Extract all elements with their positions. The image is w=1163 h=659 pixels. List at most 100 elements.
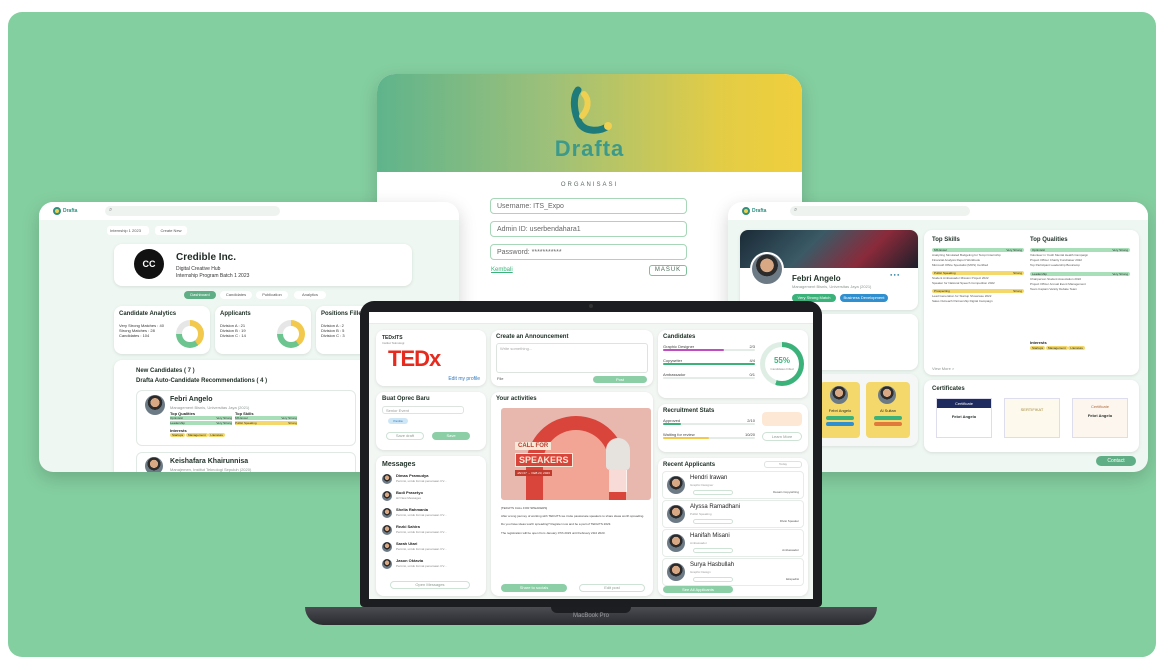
recruitment-card: Recruitment Stats Approved 2/10 Waiting f… [658, 404, 808, 452]
candidate-card[interactable]: Febri Angelo Management Bisnis, Universi… [136, 390, 356, 446]
right-interests-label: Interests [1030, 340, 1047, 345]
message-item[interactable]: Sarah Utari Permisi, untuk format penamaa… [382, 540, 480, 557]
tab-publication[interactable]: Publication [256, 291, 288, 299]
applicant-action[interactable] [693, 519, 733, 524]
quality-row: Optimistic Very Strong [170, 416, 232, 420]
qualities-column: Optimistic Very Strong Volunteer in Youth … [1030, 248, 1130, 296]
company-sub1: Digital Creative Hub [176, 266, 221, 272]
certificates-card: Certificates Certificate Febri Angelo SE… [924, 380, 1139, 452]
tab-analytics[interactable]: Analytics [294, 291, 326, 299]
skill-level: Strong [1013, 271, 1022, 275]
view-more-link[interactable]: View More > [932, 366, 954, 371]
recruit-row-bar [663, 437, 755, 439]
org-sub: Institut Teknologi [382, 341, 405, 345]
tab-candidates[interactable]: Candidates [220, 291, 252, 299]
message-item[interactable]: Jason Oktavia Permisi, untuk format penam… [382, 557, 480, 574]
mini-candidate[interactable]: Al Sultan [866, 382, 910, 438]
quality-evidence: Top Participant Leadership Bootcamp [1030, 263, 1080, 267]
left-search-bar[interactable]: ⌕ [105, 206, 280, 216]
certificate-thumb[interactable]: Certificate Febri Angelo [1072, 398, 1128, 438]
candidates-stats-card: Candidates Graphic Designer 2/3 Copywrite… [658, 330, 808, 398]
quality-evidence: Team Captain Varsity Debate Team [1030, 287, 1077, 291]
opportunity-tag[interactable]: Panitia [388, 418, 408, 424]
left-topbar: Drafta ⌕ [39, 202, 459, 220]
applicant-row[interactable]: Hendri Irawan Graphic Designer Desain Copy… [662, 471, 804, 499]
skill-evidence: Sales Outreach Partnership Digital Campa… [932, 299, 993, 303]
opportunity-input[interactable]: Senior Event [382, 406, 464, 414]
skill-evidence: Lead Generation for Startup Showcase 202… [932, 294, 992, 298]
right-search-bar[interactable]: ⌕ [790, 206, 970, 216]
avatar [382, 491, 392, 501]
save-draft-button[interactable]: Save draft [386, 432, 424, 440]
message-sender: Rezki Sahira [396, 524, 420, 529]
post-button[interactable]: Post [593, 376, 647, 383]
internship-filter[interactable]: Internship 1 2023 [107, 226, 149, 235]
poster-pedestal [609, 470, 627, 492]
applicant-row[interactable]: Alyssa Ramadhani Public Speaking Divisi Sp… [662, 500, 804, 528]
skill-header: Prospecting Strong [932, 289, 1024, 293]
share-button[interactable]: Share to socials [501, 584, 567, 592]
message-item[interactable]: Rezki Sahira Permisi, untuk format penama… [382, 523, 480, 540]
left-brand-text: Drafta [63, 208, 78, 214]
certificate-thumb[interactable]: SERTIFIKAT [1004, 398, 1060, 438]
applicant-division: Divisi Speaker [779, 519, 799, 523]
avatar [667, 534, 685, 552]
activities-title: Your activities [496, 396, 537, 402]
certificate-thumb[interactable]: Certificate Febri Angelo [936, 398, 992, 438]
login-submit-button[interactable]: MASUK [649, 265, 687, 276]
avatar [667, 476, 685, 494]
recent-applicants-card: Recent Applicants Today Hendri Irawan Gra… [658, 458, 808, 596]
interest-tag: Management [1046, 346, 1068, 350]
message-preview: Hi! New Messages [396, 496, 422, 500]
back-link[interactable]: Kembali [491, 267, 513, 273]
learn-more-button[interactable]: Learn More [762, 432, 802, 441]
activity-text: [TEDxITS CALL FOR SPEAKERS] After a long … [501, 506, 649, 539]
message-item[interactable]: Dimas Pramudya Permisi, untuk format pena… [382, 472, 480, 489]
opportunity-card: Buat Oprec Baru Senior Event Panitia Sav… [376, 392, 486, 450]
open-messages-button[interactable]: Open Messages [390, 581, 470, 589]
skill-level: Strong [1013, 289, 1022, 293]
quality-evidence: Chairperson Student Association 2022 [1030, 277, 1082, 281]
announcement-input[interactable]: Write something... [496, 343, 648, 373]
applicant-division: Ekspedisi [786, 577, 799, 581]
skills-card: Top Skills Top Qualities MS Excel Very St… [924, 230, 1139, 375]
candidate-card[interactable]: Keishafara Khairunnisa Manajemen, Instit… [136, 452, 356, 472]
username-field[interactable]: Username: ITS_Expo [490, 198, 687, 214]
activity-line: After a long journey of working with TED… [501, 514, 645, 519]
applicant-action[interactable] [693, 490, 733, 495]
right-brand-text: Drafta [752, 208, 767, 214]
company-name: Credible Inc. [176, 252, 237, 263]
cand-row: Copywriter 4/4 [663, 358, 755, 365]
mini-candidate[interactable]: Febri Angelo [820, 382, 860, 438]
quality-header: Optimistic Very Strong [1030, 248, 1130, 252]
recent-filter[interactable]: Today [764, 461, 802, 468]
see-all-applicants-button[interactable]: See All Applicants [663, 586, 733, 593]
message-item[interactable]: Shelia Rahmania Permisi, untuk format pen… [382, 506, 480, 523]
applicant-row[interactable]: Hanifah Misani Ambassador Ambassador [662, 529, 804, 557]
save-button[interactable]: Save [432, 432, 470, 440]
contact-button[interactable]: Contact [1096, 456, 1136, 466]
profile-sub: Management Bisnis, Universitas Jaya (202… [792, 284, 872, 289]
applicant-row[interactable]: Surya Hasbullah Graphic Design Ekspedisi [662, 558, 804, 586]
avatar [667, 505, 685, 523]
applicant-name: Hanifah Misani [690, 533, 730, 539]
edit-post-button[interactable]: Edit post [579, 584, 645, 592]
password-field[interactable]: Password: *********** [490, 244, 687, 260]
admin-id-field[interactable]: Admin ID: userbendahara1 [490, 221, 687, 237]
analytics-card: Candidate Analytics Very Strong Matches … [114, 306, 210, 354]
message-item[interactable]: Budi Prasetyo Hi! New Messages [382, 489, 480, 506]
skill-header: MS Excel Very Strong [932, 248, 1024, 252]
avatar [382, 474, 392, 484]
applicant-action[interactable] [693, 577, 733, 582]
company-sub2: Internship Program Batch 1 2023 [176, 273, 250, 279]
applicant-action[interactable] [693, 548, 733, 553]
create-new-button[interactable]: Create New [155, 226, 187, 235]
edit-profile-link[interactable]: Edit my profile [448, 376, 480, 382]
skill-name: MS Excel [934, 248, 947, 252]
profile-card: Febri Angelo Management Bisnis, Universi… [740, 230, 918, 310]
role-button[interactable]: Business Development [840, 294, 888, 302]
opportunity-title: Buat Oprec Baru [382, 396, 430, 402]
attach-file-icon[interactable]: File [497, 376, 503, 381]
tab-dashboard[interactable]: Dashboard [184, 291, 216, 299]
drafta-brand-icon [53, 207, 61, 215]
